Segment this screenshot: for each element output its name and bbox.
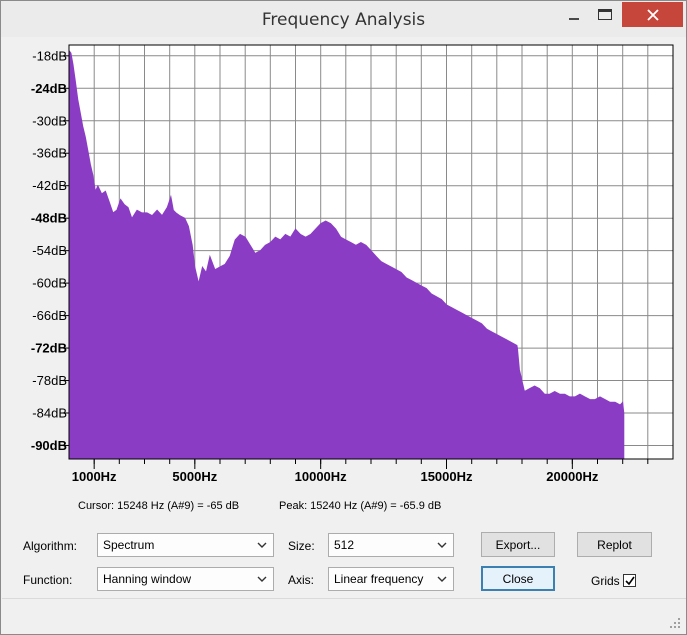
y-tick-label: -54dB (32, 243, 67, 258)
title-bar[interactable]: Frequency Analysis (1, 1, 686, 37)
y-tick-label: -78dB (32, 373, 67, 388)
replot-button[interactable]: Replot (577, 532, 652, 557)
close-icon (647, 9, 659, 21)
x-tick-label: 5000Hz (172, 469, 217, 484)
y-tick-label: -24dB (31, 81, 67, 96)
x-tick-label: 1000Hz (72, 469, 117, 484)
minimize-icon (569, 18, 579, 20)
grids-checkbox[interactable] (623, 574, 636, 587)
close-button[interactable]: Close (481, 566, 555, 591)
y-tick-label: -84dB (32, 406, 67, 421)
export-button-label: Export... (495, 538, 541, 552)
export-button[interactable]: Export... (481, 532, 555, 557)
y-tick-label: -72dB (31, 341, 67, 356)
checkmark-icon (625, 576, 635, 586)
axis-label: Axis: (288, 573, 315, 587)
x-tick-label: 15000Hz (420, 469, 473, 484)
y-tick-label: -30dB (32, 113, 67, 128)
replot-button-label: Replot (597, 538, 632, 552)
frequency-analysis-window: Frequency Analysis -18dB -24dB -30dB -36dB -… (0, 0, 687, 635)
chevron-down-icon (257, 542, 267, 548)
maximize-button[interactable] (591, 2, 619, 28)
grids-label: Grids (591, 574, 620, 588)
axis-select[interactable]: Linear frequency (328, 567, 454, 591)
y-tick-label: -36dB (32, 146, 67, 161)
close-button-label: Close (502, 572, 534, 586)
chevron-down-icon (437, 576, 447, 582)
chevron-down-icon (437, 542, 447, 548)
function-value: Hanning window (103, 572, 192, 586)
size-label: Size: (288, 539, 315, 553)
y-tick-label: -42dB (32, 178, 67, 193)
algorithm-label: Algorithm: (23, 539, 78, 553)
x-tick-label: 20000Hz (546, 469, 599, 484)
function-label: Function: (23, 573, 73, 587)
y-tick-label: -60dB (32, 276, 67, 291)
peak-readout: Peak: 15240 Hz (A#9) = -65.9 dB (279, 500, 442, 512)
spectrum-chart[interactable]: -18dB -24dB -30dB -36dB -42dB -48dB -54dB -60dB… (10, 41, 679, 489)
y-tick-label: -48dB (31, 211, 67, 226)
axis-value: Linear frequency (334, 572, 424, 586)
y-tick-label: -66dB (32, 308, 67, 323)
size-select[interactable]: 512 (328, 533, 454, 557)
resize-grip-icon[interactable] (669, 617, 681, 629)
cursor-readout: Cursor: 15248 Hz (A#9) = -65 dB (78, 500, 240, 512)
y-tick-label: -90dB (31, 438, 67, 453)
y-tick-label: -18dB (32, 48, 67, 63)
algorithm-select[interactable]: Spectrum (97, 533, 274, 557)
spectrum-plot[interactable]: -18dB -24dB -30dB -36dB -42dB -48dB -54dB -60dB… (10, 41, 679, 489)
close-window-button[interactable] (622, 2, 683, 27)
chevron-down-icon (257, 576, 267, 582)
function-select[interactable]: Hanning window (97, 567, 274, 591)
algorithm-value: Spectrum (103, 538, 155, 552)
status-bar-divider (2, 598, 686, 599)
minimize-button[interactable] (559, 2, 589, 28)
x-tick-label: 10000Hz (295, 469, 348, 484)
maximize-icon (598, 9, 612, 20)
size-value: 512 (334, 538, 355, 552)
